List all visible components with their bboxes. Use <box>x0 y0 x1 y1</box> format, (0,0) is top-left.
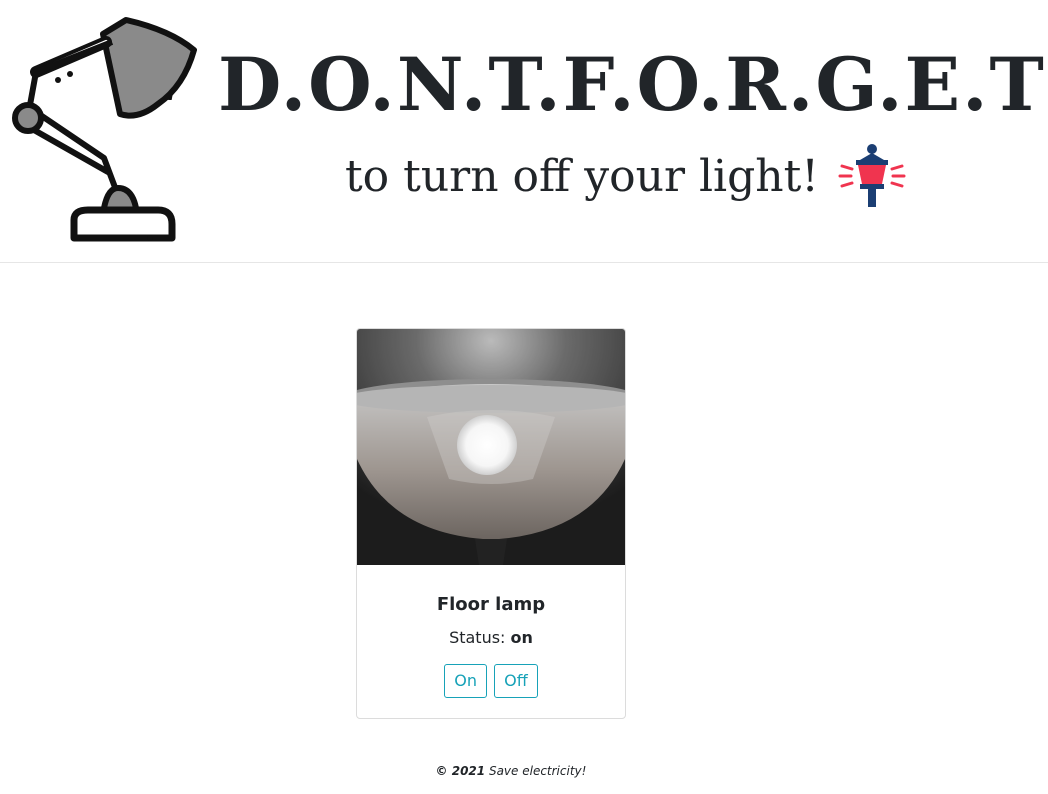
page-footer: © 2021 Save electricity! <box>0 764 1022 778</box>
turn-on-button[interactable]: On <box>444 664 487 698</box>
page-subtitle: to turn off your light! <box>345 151 819 202</box>
copyright-symbol: © <box>435 764 448 778</box>
status-value: on <box>510 628 533 647</box>
device-controls: On Off <box>357 664 625 698</box>
device-name: Floor lamp <box>436 594 546 615</box>
desk-lamp-icon <box>12 17 197 242</box>
page-title: D.O.N.T.F.O.R.G.E.T <box>218 42 1046 128</box>
footer-text: Save electricity! <box>488 764 587 778</box>
site-header: D.O.N.T.F.O.R.G.E.T to turn off your lig… <box>0 0 1048 263</box>
floor-lamp-photo <box>357 329 625 565</box>
device-card: Floor lamp Status: on On Off <box>356 328 626 719</box>
status-label: Status: <box>449 628 506 647</box>
street-lamp-icon <box>838 144 906 207</box>
turn-off-button[interactable]: Off <box>494 664 538 698</box>
copyright-year: 2021 <box>451 764 486 778</box>
device-status: Status: on <box>357 627 625 649</box>
